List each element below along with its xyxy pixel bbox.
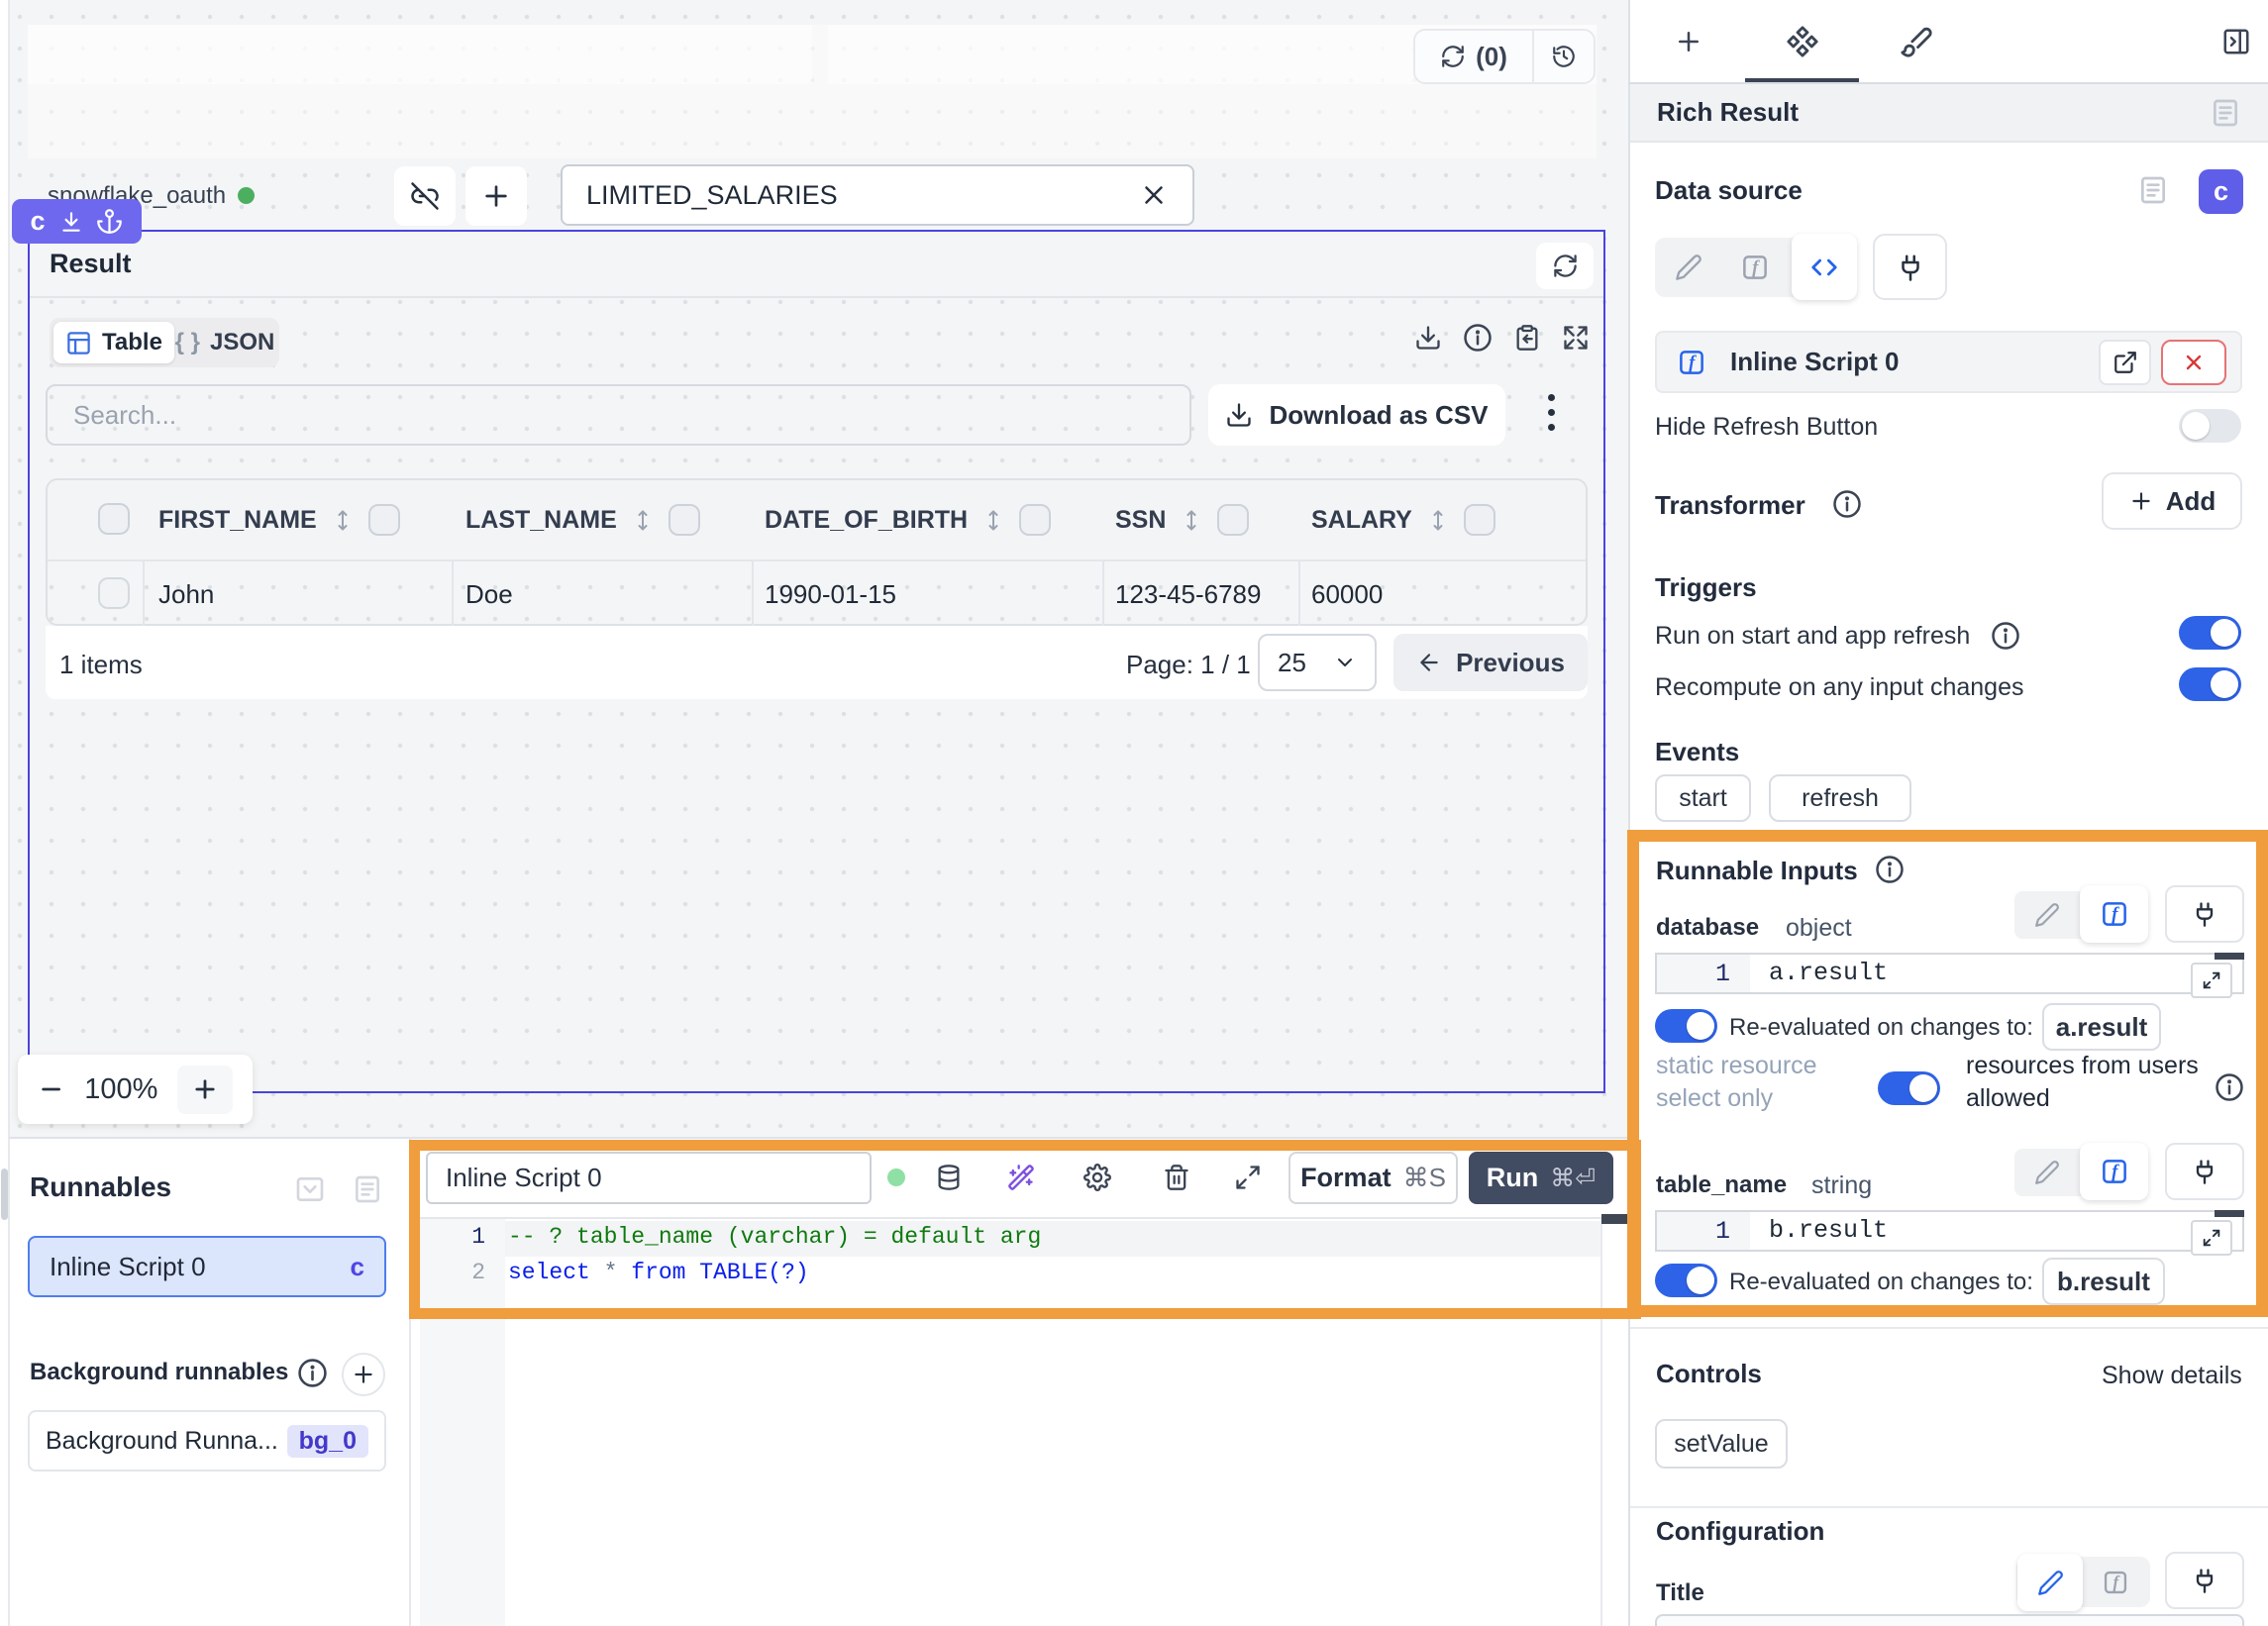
svg-text:f: f <box>1689 353 1697 373</box>
svg-text:f: f <box>1752 257 1760 278</box>
svg-text:f: f <box>2113 1573 2120 1592</box>
